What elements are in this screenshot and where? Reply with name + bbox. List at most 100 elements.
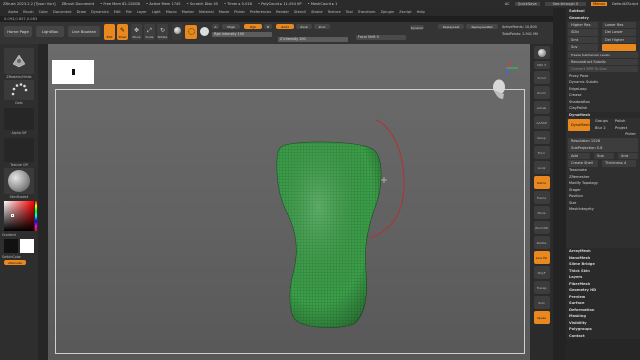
see-through-slider[interactable]: See-through 0 [544,2,587,6]
scale-button[interactable]: ⤢ Scale [144,24,155,40]
brush-thumbnail[interactable] [4,48,34,74]
sub-button[interactable]: Sub [594,152,614,159]
zcut-button[interactable]: Zcut [314,24,330,29]
menu-stroke[interactable]: Stroke [311,10,322,14]
zsub-button[interactable]: Zsub [296,24,312,29]
dynamesh-button[interactable]: DynaMesh [568,118,590,131]
menu-alpha[interactable]: Alpha [8,10,18,14]
dynamic-button[interactable]: Dynamic [410,25,424,30]
menu-macro[interactable]: Macro [166,10,177,14]
menu-light[interactable]: Light [152,10,161,14]
zoom3d-button[interactable]: Zoom3D [533,221,550,234]
transp-button[interactable]: Transp [533,281,550,294]
rotate-view-button[interactable]: Rotate [533,236,550,249]
convert-bpr-button[interactable]: Convert BPR To Geo [568,65,638,72]
menu-help[interactable]: Help [417,10,425,14]
del-lower-button[interactable]: Del Lower [602,29,636,36]
thickness-slider[interactable]: Thickness 4 [602,160,636,167]
color-picker[interactable] [4,201,34,231]
menu-stencil[interactable]: Stencil [294,10,306,14]
menu-file[interactable]: File [126,10,132,14]
menu-draw[interactable]: Draw [77,10,86,14]
menu-zscript[interactable]: Zscript [399,10,411,14]
switch-color-button[interactable]: SwitchColor [2,255,36,259]
actual-button[interactable]: Actual [533,101,550,114]
alpha-thumbnail[interactable] [4,108,34,130]
texture-thumbnail[interactable] [4,138,34,162]
menu-color[interactable]: Color [39,10,48,14]
orientation-head-icon[interactable] [493,61,518,99]
freeze-subdivision-button[interactable]: Freeze SubDivision Levels [568,51,638,58]
freeze-subdiv-toggle[interactable] [602,44,636,51]
material-thumbnail[interactable] [4,168,34,194]
menu-texture[interactable]: Texture [328,10,341,14]
zoom-button[interactable]: Zoom [533,86,550,99]
meshintegrity-item[interactable]: MeshIntegrity [566,206,640,213]
menu-document[interactable]: Document [53,10,72,14]
line-fill-button[interactable]: Line Fill [533,251,550,264]
spix-slider[interactable]: SPix 3 [533,61,550,69]
default-script[interactable]: DefaultZScript [612,2,638,6]
menu-movie[interactable]: Movie [219,10,230,14]
hue-strip[interactable] [35,201,37,231]
gradient-toggle-icon[interactable] [200,27,209,36]
menu-zplugin[interactable]: Zplugin [381,10,395,14]
bpr-button[interactable] [533,46,550,59]
ac-label[interactable]: AC [505,2,510,6]
resolution-slider[interactable]: Resolution 1528 [568,138,638,145]
reconstruct-subdiv-button[interactable]: Reconstruct Subdiv [568,58,638,65]
lightbox-button[interactable]: LightBox [36,26,64,37]
stroke-thumbnail[interactable] [4,80,34,100]
suv-button[interactable]: Suv [568,44,598,51]
persp-button[interactable]: Persp [533,131,550,144]
floor-button[interactable]: Floor [533,146,550,159]
m-button[interactable]: M [264,24,272,29]
live-boolean-button[interactable]: Live Boolean [68,26,100,37]
zadd-button[interactable]: Zadd [276,24,294,29]
rgb-intensity-slider[interactable]: Rgb Intensity 100 [212,32,272,37]
solo-button[interactable]: Solo [533,296,550,309]
mrgb-button[interactable]: Mrgb [222,24,240,29]
lower-res-button[interactable]: Lower Res [602,21,636,28]
move-view-button[interactable]: Move [533,206,550,219]
replay-last-rel-button[interactable]: ReplayLastRel [466,24,498,29]
alternate-button[interactable]: Alternate [4,260,26,265]
z-intensity-slider[interactable]: Z Intensity 100 [278,37,348,42]
rotate-button[interactable]: ↻ Rotate [157,24,168,40]
menus-button[interactable]: Menus [591,2,607,6]
subprojection-slider[interactable]: SubProjection 0.6 [568,145,638,152]
home-page-button[interactable]: Home Page [4,26,32,37]
frame-button[interactable]: Frame [533,191,550,204]
menu-preferences[interactable]: Preferences [250,10,271,14]
main-color-swatch[interactable] [4,239,18,253]
del-higher-button[interactable]: Del Higher [602,36,636,43]
menu-render[interactable]: Render [276,10,289,14]
menu-dynamics[interactable]: Dynamics [91,10,109,14]
draw-button[interactable]: ✎ Draw [117,24,128,40]
polyf-button[interactable]: PolyF [533,266,550,279]
replay-last-button[interactable]: ReplayLast [438,24,464,29]
aahalf-button[interactable]: AAHalf [533,116,550,129]
menu-brush[interactable]: Brush [23,10,33,14]
menu-material[interactable]: Material [199,10,214,14]
menu-edit[interactable]: Edit [114,10,121,14]
menu-picker[interactable]: Picker [234,10,245,14]
gizmo-button[interactable]: Gizmo [533,176,550,189]
smt-button[interactable]: Smt [568,36,598,43]
move-button[interactable]: ✥ Move [131,24,142,40]
secondary-color-swatch[interactable] [20,239,34,253]
material-sphere-button[interactable] [172,24,182,40]
local-button[interactable]: Local [533,161,550,174]
a-button[interactable]: A [212,24,219,29]
sdiv-slider[interactable]: SDiv [568,29,598,36]
focal-shift-slider[interactable]: Focal Shift 0 [356,35,406,40]
add-button[interactable]: Add [568,152,590,159]
picker-toggle[interactable]: Picker [566,131,640,138]
menu-transform[interactable]: Transform [358,10,376,14]
menu-marker[interactable]: Marker [182,10,194,14]
xpose-button[interactable]: Xpose [533,311,550,324]
scroll-button[interactable]: Scroll [533,71,550,84]
and-button[interactable]: And [618,152,638,159]
contact-item[interactable]: Contact [566,332,640,339]
menu-layer[interactable]: Layer [137,10,147,14]
